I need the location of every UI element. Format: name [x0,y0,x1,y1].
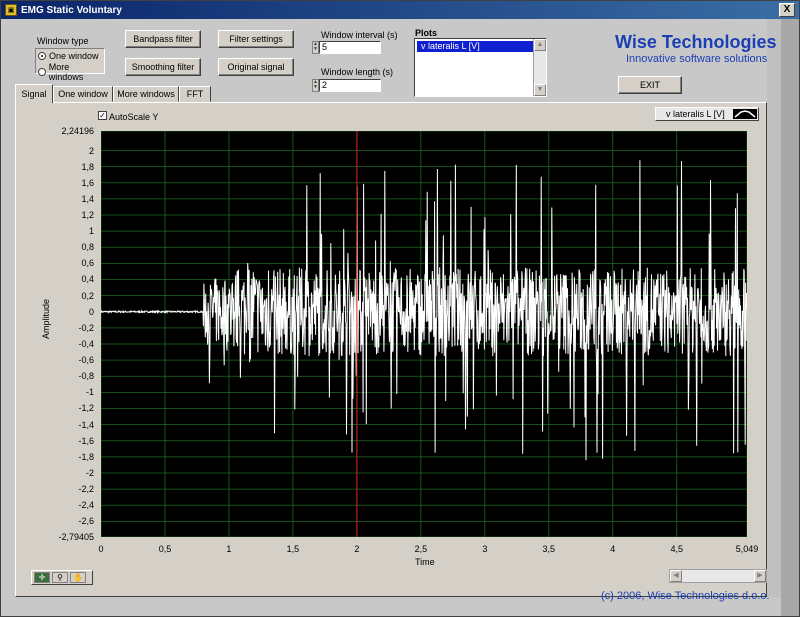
y-tick-label: 2,24196 [61,126,94,136]
x-tick-label: 2,5 [414,544,428,554]
smoothing-filter-button[interactable]: Smoothing filter [125,58,201,76]
y-tick-label: 1,2 [81,210,94,220]
window-length-control: ▲ ▼ 2 [312,79,381,92]
close-button[interactable]: X [779,3,795,17]
window-length-spinner[interactable]: ▲ ▼ [312,79,319,92]
x-tick-label: 1,5 [286,544,300,554]
y-tick-label: -2,6 [78,516,94,527]
window-right-edge [781,19,799,616]
y-tick-label: 0 [88,306,94,317]
window-type-radio-group: One window More windows [35,48,105,82]
x-tick-label: 4,5 [670,544,684,554]
scroll-up-icon[interactable]: ▲ [534,39,546,51]
y-tick-label: -2,79405 [58,532,94,542]
exit-button[interactable]: EXIT [618,76,682,94]
x-tick-label: 4 [610,544,616,554]
tab-signal[interactable]: Signal [15,84,53,103]
tab-more-windows[interactable]: More windows [113,86,179,102]
window-interval-spinner[interactable]: ▲ ▼ [312,41,319,54]
y-tick-label: 1,8 [81,161,94,172]
y-tick-label: -1,2 [78,403,94,414]
graph-palette: ✛ ⚲ ✋ [31,570,93,585]
y-tick-label: 1,6 [81,177,94,188]
emg-graph[interactable] [100,130,748,538]
y-tick-label: 2 [88,145,94,156]
y-tick-label: 1 [88,226,94,237]
y-tick-label: 0,6 [81,258,94,269]
window-interval-label: Window interval (s) [321,30,398,40]
original-signal-button[interactable]: Original signal [218,58,294,76]
y-tick-label: 1,4 [81,193,94,204]
radio-label: More windows [48,62,84,82]
y-tick-label: -0,6 [78,355,94,366]
brand-name: Wise Technologies [615,32,777,52]
y-tick-label: -0,8 [78,371,94,382]
x-tick-label: 0,5 [158,544,172,554]
scroll-down-icon[interactable]: ▼ [534,84,546,96]
brand-tagline: Innovative software solutions [626,53,768,65]
y-axis-title: Amplitude [41,298,51,339]
x-tick-label: 5,049 [735,544,759,554]
app-window: ▣ EMG Static Voluntary X Window type One… [0,0,800,617]
y-tick-label: -2,4 [78,500,94,511]
labview-app-icon: ▣ [5,4,17,16]
x-axis-title: Time [415,557,435,567]
y-tick-label: -0,4 [78,338,94,349]
radio-more-windows[interactable]: More windows [38,62,104,82]
x-tick-label: 3,5 [542,544,556,554]
window-title: EMG Static Voluntary [21,4,122,16]
window-length-input[interactable]: 2 [319,79,381,92]
tab-one-window[interactable]: One window [53,86,113,102]
y-tick-label: -1 [85,387,94,398]
y-tick-label: -2 [85,467,94,478]
y-tick-label: -2,2 [78,484,94,495]
window-interval-control: ▲ ▼ 5 [312,41,381,54]
y-tick-label: -1,4 [78,419,94,430]
signal-series-line [100,160,748,461]
window-type-label: Window type [37,36,89,46]
y-tick-label: -1,8 [78,451,94,462]
y-tick-label: 0,8 [81,242,94,253]
pan-hand-icon[interactable]: ✋ [70,572,86,583]
x-tick-label: 1 [226,544,232,554]
filter-settings-button[interactable]: Filter settings [218,30,294,48]
y-tick-label: -0,2 [78,322,94,333]
autoscale-checkbox[interactable]: ✓ [98,111,107,120]
plots-scrollbar[interactable]: ▲ ▼ [533,39,546,96]
crosshair-icon[interactable]: ✛ [34,572,50,583]
x-tick-label: 0 [98,544,104,554]
legend-label: v lateralis L [V] [666,109,725,119]
plots-listbox[interactable]: v lateralis L [V] ▲ ▼ [414,38,547,97]
scroll-right-icon[interactable]: ▶ [754,570,766,582]
plots-label: Plots [415,28,438,38]
plots-list-item[interactable]: v lateralis L [V] [417,41,533,52]
emg-signal-plot [100,130,748,538]
zoom-icon[interactable]: ⚲ [52,572,68,583]
scroll-left-icon[interactable]: ◀ [670,570,682,582]
autoscale-label: AutoScale Y [109,112,159,122]
window-interval-input[interactable]: 5 [319,41,381,54]
radio-label: One window [49,51,99,61]
x-tick-label: 2 [354,544,360,554]
copyright-text: (c) 2006, Wise Technologies d.o.o. [601,590,770,602]
x-tick-label: 3 [482,544,488,554]
plot-legend[interactable]: v lateralis L [V] [655,107,759,121]
radio-unselected-icon [38,68,46,76]
radio-one-window[interactable]: One window [38,51,99,61]
bandpass-filter-button[interactable]: Bandpass filter [125,30,201,48]
radio-selected-icon [38,52,46,60]
graph-hscrollbar[interactable]: ◀ ▶ [669,569,767,583]
window-length-label: Window length (s) [321,67,394,77]
legend-line-swatch-icon[interactable] [733,109,757,119]
y-tick-label: 0,4 [81,274,94,285]
y-tick-label: -1,6 [78,435,94,446]
y-tick-label: 0,2 [81,290,94,301]
title-bar: ▣ EMG Static Voluntary X [1,1,799,19]
tab-fft[interactable]: FFT [179,86,211,102]
panel-right-edge [767,19,781,597]
